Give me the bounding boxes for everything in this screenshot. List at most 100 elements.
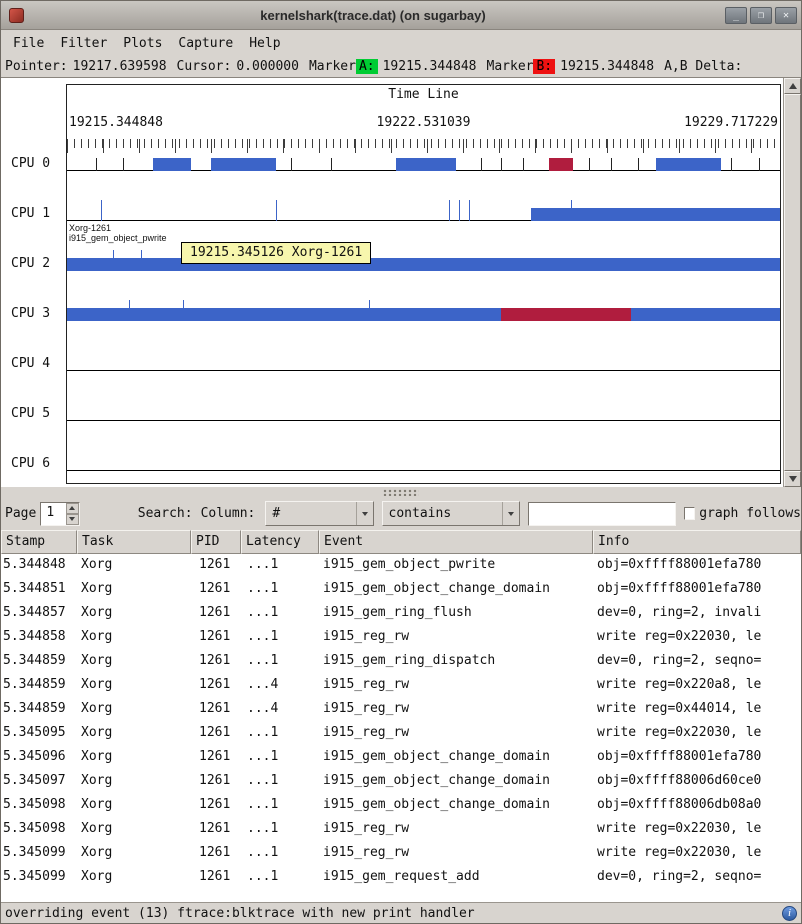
lane-baseline bbox=[67, 470, 780, 471]
table-cell: i915_reg_rw bbox=[319, 674, 593, 698]
column-header-pid[interactable]: PID bbox=[191, 530, 241, 554]
table-row[interactable]: 5.345099Xorg1261...1i915_reg_rwwrite reg… bbox=[1, 842, 801, 866]
table-cell: ...4 bbox=[241, 674, 319, 698]
column-header-event[interactable]: Event bbox=[319, 530, 593, 554]
table-cell: 1261 bbox=[191, 770, 241, 794]
table-row[interactable]: 5.345096Xorg1261...1i915_gem_object_chan… bbox=[1, 746, 801, 770]
pointer-label: Pointer: bbox=[5, 59, 68, 74]
table-cell: i915_reg_rw bbox=[319, 626, 593, 650]
table-row[interactable]: 5.344859Xorg1261...1i915_gem_ring_dispat… bbox=[1, 650, 801, 674]
down-arrow-icon bbox=[69, 517, 75, 521]
pane-splitter[interactable] bbox=[1, 487, 801, 497]
cpu-label-5: CPU 5 bbox=[11, 407, 50, 421]
table-cell: Xorg bbox=[77, 626, 191, 650]
scrollbar-thumb[interactable] bbox=[784, 94, 801, 471]
table-cell: write reg=0x22030, le bbox=[593, 818, 801, 842]
scroll-up-button[interactable] bbox=[784, 78, 801, 94]
pointer-value: 19217.639598 bbox=[73, 59, 167, 74]
marker-b-label: Marker bbox=[487, 59, 534, 74]
event-tick bbox=[611, 158, 612, 171]
table-cell: obj=0xffff88006db08a0 bbox=[593, 794, 801, 818]
table-cell: i915_gem_ring_flush bbox=[319, 602, 593, 626]
table-row[interactable]: 5.345098Xorg1261...1i915_gem_object_chan… bbox=[1, 794, 801, 818]
menu-help[interactable]: Help bbox=[241, 32, 288, 55]
cpu-label-6: CPU 6 bbox=[11, 457, 50, 471]
minimize-button[interactable]: _ bbox=[725, 7, 747, 24]
search-bar: Page 1 Search: Column: # contains graph … bbox=[1, 497, 801, 530]
plot-area[interactable]: Time Line 19215.344848 19222.531039 1922… bbox=[66, 84, 781, 484]
graph-follows-checkbox[interactable] bbox=[684, 507, 696, 520]
table-cell: 1261 bbox=[191, 842, 241, 866]
column-header-latency[interactable]: Latency bbox=[241, 530, 319, 554]
column-header-stamp[interactable]: Stamp bbox=[1, 530, 77, 554]
table-cell: i915_gem_request_add bbox=[319, 866, 593, 890]
table-row[interactable]: 5.345095Xorg1261...1i915_reg_rwwrite reg… bbox=[1, 722, 801, 746]
app-icon bbox=[9, 8, 24, 23]
ruler-ticks-minor bbox=[67, 139, 780, 148]
table-cell: 5.345099 bbox=[1, 842, 77, 866]
column-header-task[interactable]: Task bbox=[77, 530, 191, 554]
marker-b-value: 19215.344848 bbox=[560, 59, 654, 74]
column-select[interactable]: # bbox=[265, 501, 373, 526]
table-cell: 1261 bbox=[191, 794, 241, 818]
menu-file[interactable]: File bbox=[5, 32, 52, 55]
table-row[interactable]: 5.344851Xorg1261...1i915_gem_object_chan… bbox=[1, 578, 801, 602]
table-row[interactable]: 5.345099Xorg1261...1i915_gem_request_add… bbox=[1, 866, 801, 890]
table-cell: Xorg bbox=[77, 866, 191, 890]
menu-filter[interactable]: Filter bbox=[52, 32, 115, 55]
match-select[interactable]: contains bbox=[382, 501, 520, 526]
scroll-down-button[interactable] bbox=[784, 471, 801, 487]
event-tick bbox=[731, 158, 732, 171]
page-value: 1 bbox=[46, 505, 54, 520]
table-row[interactable]: 5.344848Xorg1261...1i915_gem_object_pwri… bbox=[1, 554, 801, 578]
table-cell: ...1 bbox=[241, 554, 319, 578]
table-cell: dev=0, ring=2, seqno= bbox=[593, 866, 801, 890]
event-tick bbox=[123, 158, 124, 171]
search-input[interactable] bbox=[528, 502, 676, 526]
table-row[interactable]: 5.344859Xorg1261...4i915_reg_rwwrite reg… bbox=[1, 698, 801, 722]
close-button[interactable]: ✕ bbox=[775, 7, 797, 24]
spinner-arrows[interactable] bbox=[66, 503, 79, 525]
info-icon[interactable]: i bbox=[782, 906, 797, 921]
table-cell: 1261 bbox=[191, 578, 241, 602]
timeline-graph[interactable]: Time Line 19215.344848 19222.531039 1922… bbox=[1, 78, 783, 487]
event-tick bbox=[96, 158, 97, 171]
table-row[interactable]: 5.344859Xorg1261...4i915_reg_rwwrite reg… bbox=[1, 674, 801, 698]
splitter-grip-icon bbox=[383, 489, 419, 496]
table-cell: 5.345095 bbox=[1, 722, 77, 746]
table-row[interactable]: 5.345097Xorg1261...1i915_gem_object_chan… bbox=[1, 770, 801, 794]
marker-a-value: 19215.344848 bbox=[383, 59, 477, 74]
table-cell: i915_reg_rw bbox=[319, 722, 593, 746]
table-cell: 5.345098 bbox=[1, 794, 77, 818]
table-cell: ...1 bbox=[241, 722, 319, 746]
table-cell: ...1 bbox=[241, 866, 319, 890]
table-cell: 5.344857 bbox=[1, 602, 77, 626]
menu-capture[interactable]: Capture bbox=[170, 32, 241, 55]
table-cell: obj=0xffff88001efa780 bbox=[593, 746, 801, 770]
table-cell: 1261 bbox=[191, 674, 241, 698]
table-cell: write reg=0x44014, le bbox=[593, 698, 801, 722]
cursor-label: Cursor: bbox=[177, 59, 232, 74]
table-row[interactable]: 5.344857Xorg1261...1i915_gem_ring_flushd… bbox=[1, 602, 801, 626]
spinner-down-button[interactable] bbox=[66, 514, 79, 525]
page-spinner[interactable]: 1 bbox=[40, 502, 79, 526]
table-cell: ...1 bbox=[241, 746, 319, 770]
cpu-label-3: CPU 3 bbox=[11, 307, 50, 321]
table-cell: obj=0xffff88001efa780 bbox=[593, 554, 801, 578]
maximize-button[interactable]: ❒ bbox=[750, 7, 772, 24]
table-cell: 5.344859 bbox=[1, 650, 77, 674]
cpu-label-4: CPU 4 bbox=[11, 357, 50, 371]
table-row[interactable]: 5.344858Xorg1261...1i915_reg_rwwrite reg… bbox=[1, 626, 801, 650]
event-tick bbox=[276, 200, 277, 221]
graph-vertical-scrollbar[interactable] bbox=[783, 78, 801, 487]
spinner-up-button[interactable] bbox=[66, 503, 79, 514]
titlebar[interactable]: kernelshark(trace.dat) (on sugarbay) _ ❒… bbox=[1, 1, 801, 30]
event-table-header: StampTaskPIDLatencyEventInfo bbox=[1, 530, 801, 554]
event-table: StampTaskPIDLatencyEventInfo 5.344848Xor… bbox=[1, 530, 801, 902]
table-row[interactable]: 5.345098Xorg1261...1i915_reg_rwwrite reg… bbox=[1, 818, 801, 842]
marker-a-badge: A: bbox=[356, 59, 378, 74]
table-cell: i915_gem_object_change_domain bbox=[319, 794, 593, 818]
menu-plots[interactable]: Plots bbox=[115, 32, 170, 55]
column-header-info[interactable]: Info bbox=[593, 530, 801, 554]
table-cell: ...1 bbox=[241, 818, 319, 842]
